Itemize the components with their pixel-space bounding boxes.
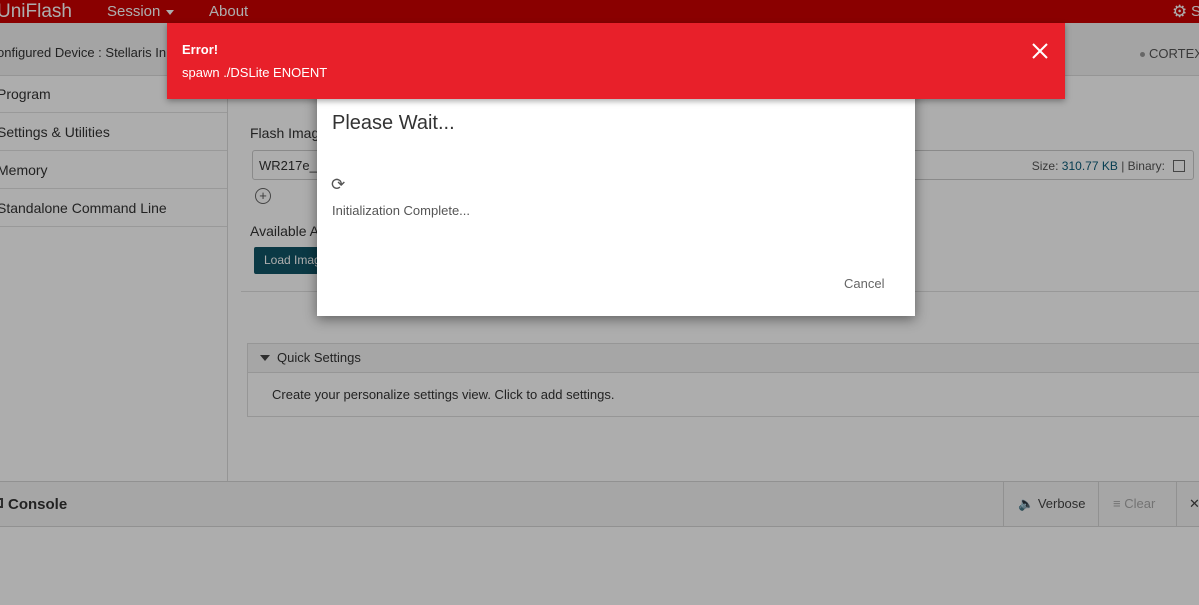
error-toast: Error! spawn ./DSLite ENOENT [167,23,1065,99]
refresh-icon: ⟳ [331,175,346,194]
close-icon[interactable] [1030,41,1050,61]
please-wait-dialog: Please Wait... ⟳ Initialization Complete… [317,85,915,316]
dialog-title: Please Wait... [332,112,455,134]
toast-title: Error! [182,42,219,57]
toast-message: spawn ./DSLite ENOENT [182,65,328,80]
dialog-message: Initialization Complete... [332,203,471,218]
cancel-button[interactable]: Cancel [844,276,884,291]
